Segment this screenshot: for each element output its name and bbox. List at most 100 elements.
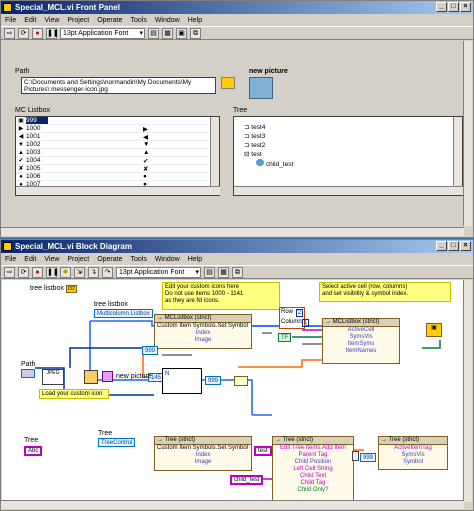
note-select-cell[interactable]: Select active cell (row, columns) and se… (319, 282, 451, 302)
new-picture-terminal[interactable] (102, 371, 113, 382)
font-select[interactable]: 13pt Application Font (60, 27, 145, 39)
run-arrow-icon[interactable]: ⇨ (4, 266, 15, 278)
for-loop[interactable]: N (162, 368, 202, 394)
const-999[interactable]: 999 (142, 346, 159, 355)
note-load-icon[interactable]: Load your custom icon (39, 389, 109, 399)
close-button[interactable]: × (460, 2, 471, 12)
pause-icon[interactable]: ❚❚ (46, 266, 59, 278)
menu-edit[interactable]: Edit (24, 256, 36, 263)
test-const[interactable]: test (254, 446, 272, 456)
maximize-button[interactable]: □ (448, 241, 459, 251)
abort-icon[interactable]: ● (32, 266, 43, 278)
listbox-hscroll[interactable] (16, 186, 220, 195)
font-select[interactable]: 13pt Application Font (116, 266, 201, 278)
mclistbox-property-node[interactable]: → MCListbox (strict) ActiveCell SymsVis … (322, 318, 400, 364)
tree-control[interactable]: ⊐ test4 ⊐ test3 ⊐ test2 ⊟ test child_tes… (233, 116, 463, 196)
minimize-button[interactable]: _ (436, 2, 447, 12)
menu-tools[interactable]: Tools (130, 17, 146, 24)
tree-item[interactable]: ⊐ test3 (244, 132, 462, 141)
menu-project[interactable]: Project (67, 17, 89, 24)
menu-view[interactable]: View (44, 256, 59, 263)
path-input[interactable]: C:\Documents and Settings\normandin\My D… (21, 77, 216, 94)
menu-window[interactable]: Window (155, 17, 180, 24)
bd-hscroll[interactable] (1, 500, 464, 509)
tree-item[interactable]: child_test (244, 159, 462, 169)
child-test-const[interactable]: child_test (230, 475, 264, 485)
run-continuous-icon[interactable]: ⟳ (18, 27, 29, 39)
draw-flattened-pixmap-icon[interactable] (84, 370, 98, 384)
menu-window[interactable]: Window (155, 256, 180, 263)
tree-hscroll[interactable] (234, 186, 463, 195)
tree-property-node[interactable]: → Tree (strict) ActiveItemTag SymsVis Sy… (378, 436, 448, 470)
distribute-icon[interactable]: ▦ (162, 27, 173, 39)
abort-icon[interactable]: ● (32, 27, 43, 39)
menu-file[interactable]: File (5, 17, 16, 24)
image-out-icon[interactable]: ▣ (426, 323, 442, 337)
window-title: Special_MCL.vi Front Panel (15, 3, 120, 12)
menu-operate[interactable]: Operate (97, 256, 122, 263)
align-icon[interactable]: ▤ (204, 266, 215, 278)
run-continuous-icon[interactable]: ⟳ (18, 266, 29, 278)
toolbar: ⇨ ⟳ ● ❚❚ 13pt Application Font ▤ ▦ ▣ ⧉ (1, 26, 473, 40)
const-999-b[interactable]: 999 (205, 376, 222, 385)
reorder-icon[interactable]: ⧉ (190, 27, 201, 39)
row-column-cluster[interactable]: Row 2 Column 1 (279, 307, 310, 329)
row-number: 1002 (26, 141, 41, 148)
menu-help[interactable]: Help (188, 17, 202, 24)
listbox-vscroll[interactable] (210, 117, 219, 187)
build-array-icon[interactable] (352, 451, 359, 461)
menu-file[interactable]: File (5, 256, 16, 263)
pause-icon[interactable]: ❚❚ (46, 27, 59, 39)
const-999-c[interactable]: 999 (360, 453, 377, 462)
tree-vscroll[interactable] (453, 117, 462, 187)
diagram-canvas[interactable]: tree listbox I32 tree listbox Multicolum… (2, 280, 464, 502)
menu-tools[interactable]: Tools (130, 256, 146, 263)
tree-control-ref[interactable]: TreeControl (98, 438, 136, 447)
maximize-button[interactable]: □ (448, 2, 459, 12)
row-number: 1000 (26, 125, 41, 132)
fp-vscroll[interactable] (463, 41, 472, 226)
block-diagram-titlebar[interactable]: Special_MCL.vi Block Diagram _ □ × (1, 240, 473, 253)
step-into-icon[interactable]: ↴ (88, 266, 99, 278)
fp-hscroll[interactable] (1, 227, 464, 236)
run-arrow-icon[interactable]: ⇨ (4, 27, 15, 39)
path-terminal[interactable] (21, 369, 35, 378)
menu-help[interactable]: Help (188, 256, 202, 263)
highlight-execution-icon[interactable]: ✹ (60, 266, 71, 278)
tree-item[interactable]: ⊐ test4 (244, 123, 462, 132)
mclistbox-set-symbol-node[interactable]: → MCListbox (strict) Custom Item Symbols… (154, 314, 252, 349)
tree-item[interactable]: ⊐ test2 (244, 141, 462, 150)
tf-constant[interactable]: TF (278, 333, 292, 342)
distribute-icon[interactable]: ▦ (218, 266, 229, 278)
resize-icon[interactable]: ▣ (176, 27, 187, 39)
menu-operate[interactable]: Operate (97, 17, 122, 24)
menu-project[interactable]: Project (67, 256, 89, 263)
step-over-icon[interactable]: ↷ (102, 266, 113, 278)
tree-terminal[interactable]: Abc (24, 446, 43, 456)
minimize-button[interactable]: _ (436, 241, 447, 251)
tree-set-symbol-node[interactable]: → Tree (strict) Custom Item Symbols.Set … (154, 436, 252, 471)
add-icon[interactable] (234, 376, 248, 386)
row-number: 1006 (26, 173, 41, 180)
new-picture-label: new picture (249, 68, 288, 75)
mc-listbox[interactable]: ▣ 999 ▶ 1000 ▶ ◀ 1001 ◀ ▼ 1002 ▼ ▲ 1003 ▲ ✔ 1004 ✔ ✘ 1005 ✘… (15, 116, 220, 196)
retain-wire-icon[interactable]: ⇲ (74, 266, 85, 278)
tree-item[interactable]: ⊟ test (244, 150, 462, 159)
note-custom-icons[interactable]: Edit your custom icons here Do not use i… (162, 282, 280, 310)
close-button[interactable]: × (460, 241, 471, 251)
tree-listbox-terminal-label: tree listbox I32 (30, 285, 77, 293)
listbox-row[interactable]: ▼ 1002 ▼ (16, 141, 219, 149)
multicolumn-listbox-ref[interactable]: Multicolumn Listbox (94, 309, 153, 318)
listbox-row[interactable]: ✘ 1005 ✘ (16, 165, 219, 173)
bd-vscroll[interactable] (463, 280, 472, 502)
read-jpeg-icon[interactable]: JPEG (42, 369, 64, 385)
align-icon[interactable]: ▤ (148, 27, 159, 39)
menu-view[interactable]: View (44, 17, 59, 24)
reorder-icon[interactable]: ⧉ (232, 266, 243, 278)
listbox-row[interactable]: ● 1006 ● (16, 173, 219, 181)
tree-add-item-node[interactable]: → Tree (strict) Edit Tree Items.Add Item… (272, 436, 354, 502)
front-panel-titlebar[interactable]: Special_MCL.vi Front Panel _ □ × (1, 1, 473, 14)
browse-folder-icon[interactable] (221, 77, 235, 89)
menu-edit[interactable]: Edit (24, 17, 36, 24)
listbox-row[interactable]: ◀ 1001 ◀ (16, 133, 219, 141)
